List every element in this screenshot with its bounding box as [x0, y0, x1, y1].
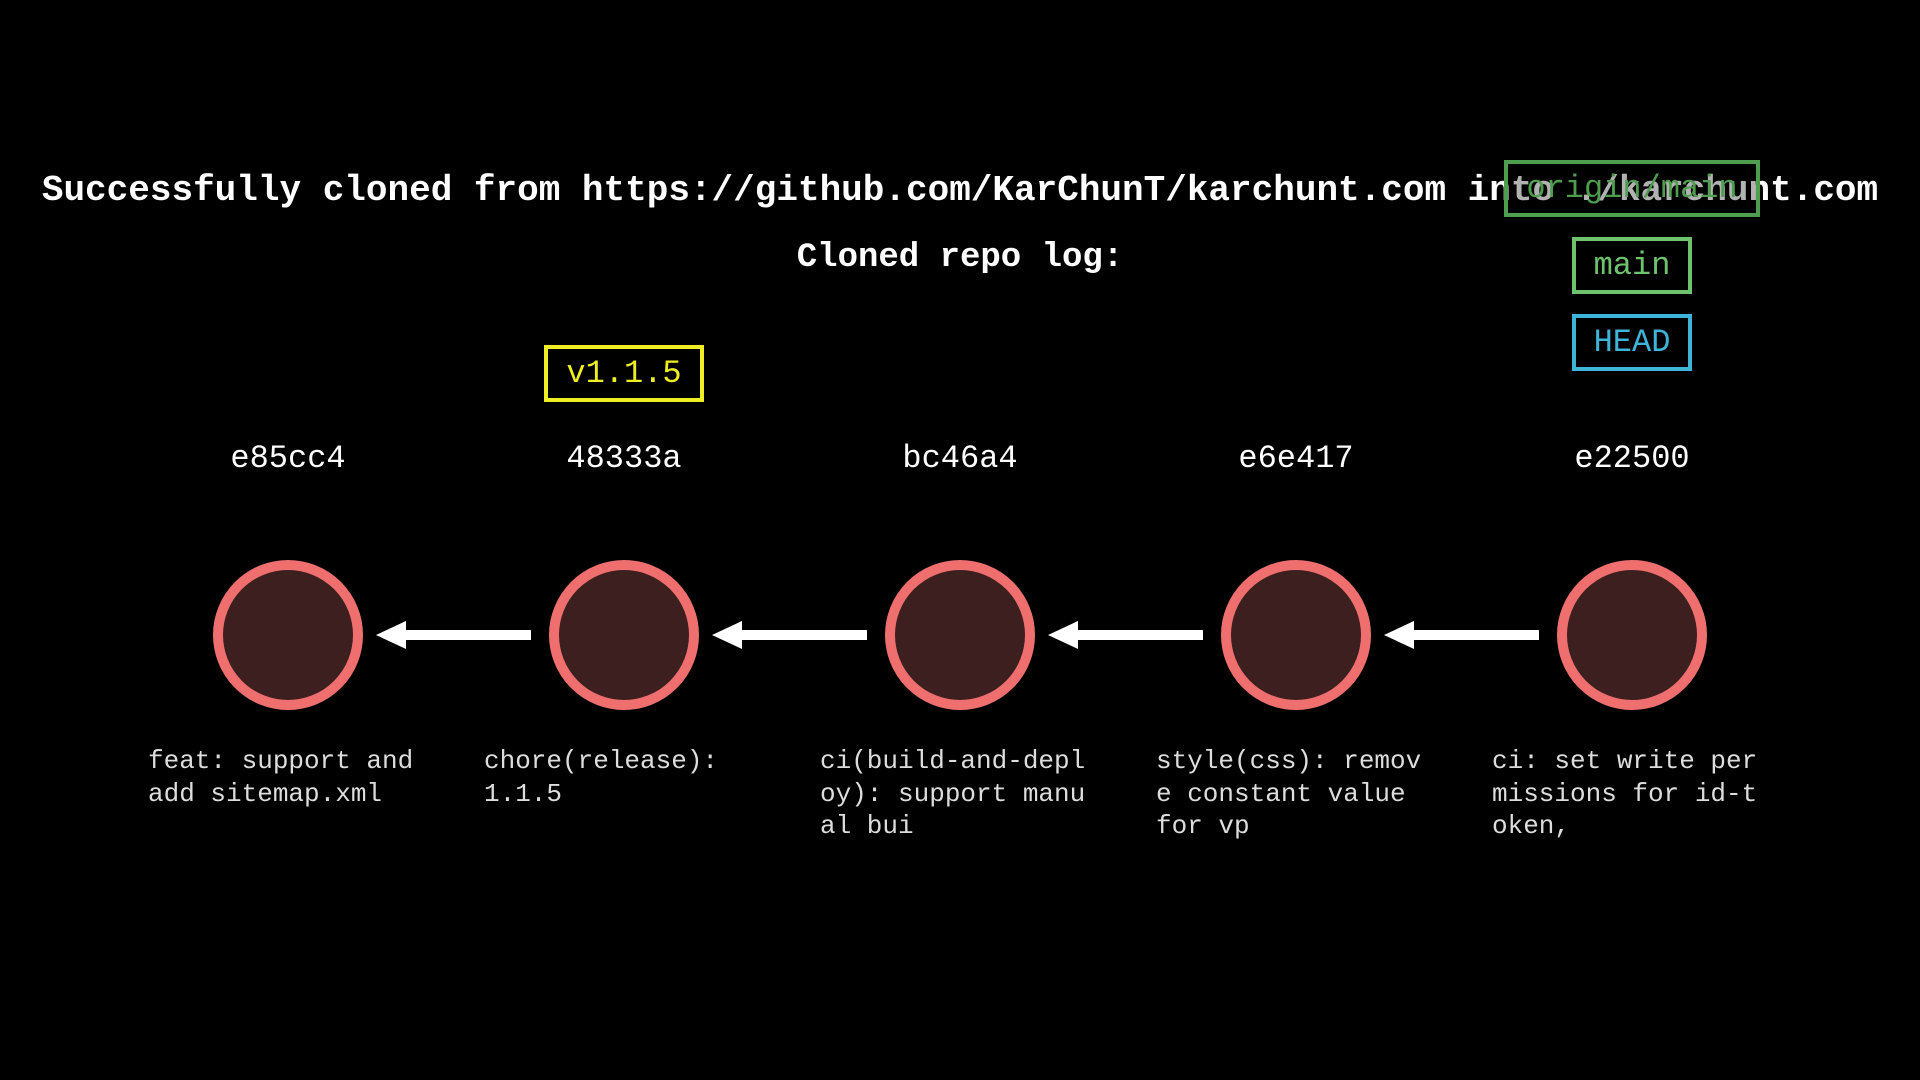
- commit-circle-icon: [885, 560, 1035, 710]
- commit-node: v1.1.5 48333a chore(release): 1.1.5: [484, 560, 764, 710]
- commit-hash: 48333a: [566, 440, 681, 477]
- commit-node: e85cc4 feat: support and add sitemap.xml: [148, 560, 428, 710]
- commit-node: bc46a4 ci(build-and-deploy): support man…: [820, 560, 1100, 710]
- git-log-graph: e85cc4 feat: support and add sitemap.xml…: [0, 560, 1920, 710]
- commit-circle-icon: [213, 560, 363, 710]
- ref-stack-head: origin/main main HEAD: [1504, 160, 1759, 371]
- ref-head: HEAD: [1572, 314, 1693, 371]
- commit-hash: e22500: [1574, 440, 1689, 477]
- ref-remote-branch: origin/main: [1504, 160, 1759, 217]
- commit-circle-icon: [1221, 560, 1371, 710]
- commit-circle-icon: [1557, 560, 1707, 710]
- commit-message: chore(release): 1.1.5: [484, 745, 764, 810]
- ref-stack-tag: v1.1.5: [544, 345, 703, 402]
- commit-message: ci: set write permissions for id-token,: [1492, 745, 1772, 843]
- commit-message: feat: support and add sitemap.xml: [148, 745, 428, 810]
- commit-hash: e6e417: [1238, 440, 1353, 477]
- commit-message: style(css): remove constant value for vp: [1156, 745, 1436, 843]
- commit-circle-icon: [549, 560, 699, 710]
- commit-message: ci(build-and-deploy): support manual bui: [820, 745, 1100, 843]
- commit-row: e85cc4 feat: support and add sitemap.xml…: [148, 560, 1772, 710]
- commit-node: e6e417 style(css): remove constant value…: [1156, 560, 1436, 710]
- ref-tag: v1.1.5: [544, 345, 703, 402]
- ref-local-branch: main: [1572, 237, 1693, 294]
- commit-hash: bc46a4: [902, 440, 1017, 477]
- commit-hash: e85cc4: [230, 440, 345, 477]
- commit-node: origin/main main HEAD e22500 ci: set wri…: [1492, 560, 1772, 710]
